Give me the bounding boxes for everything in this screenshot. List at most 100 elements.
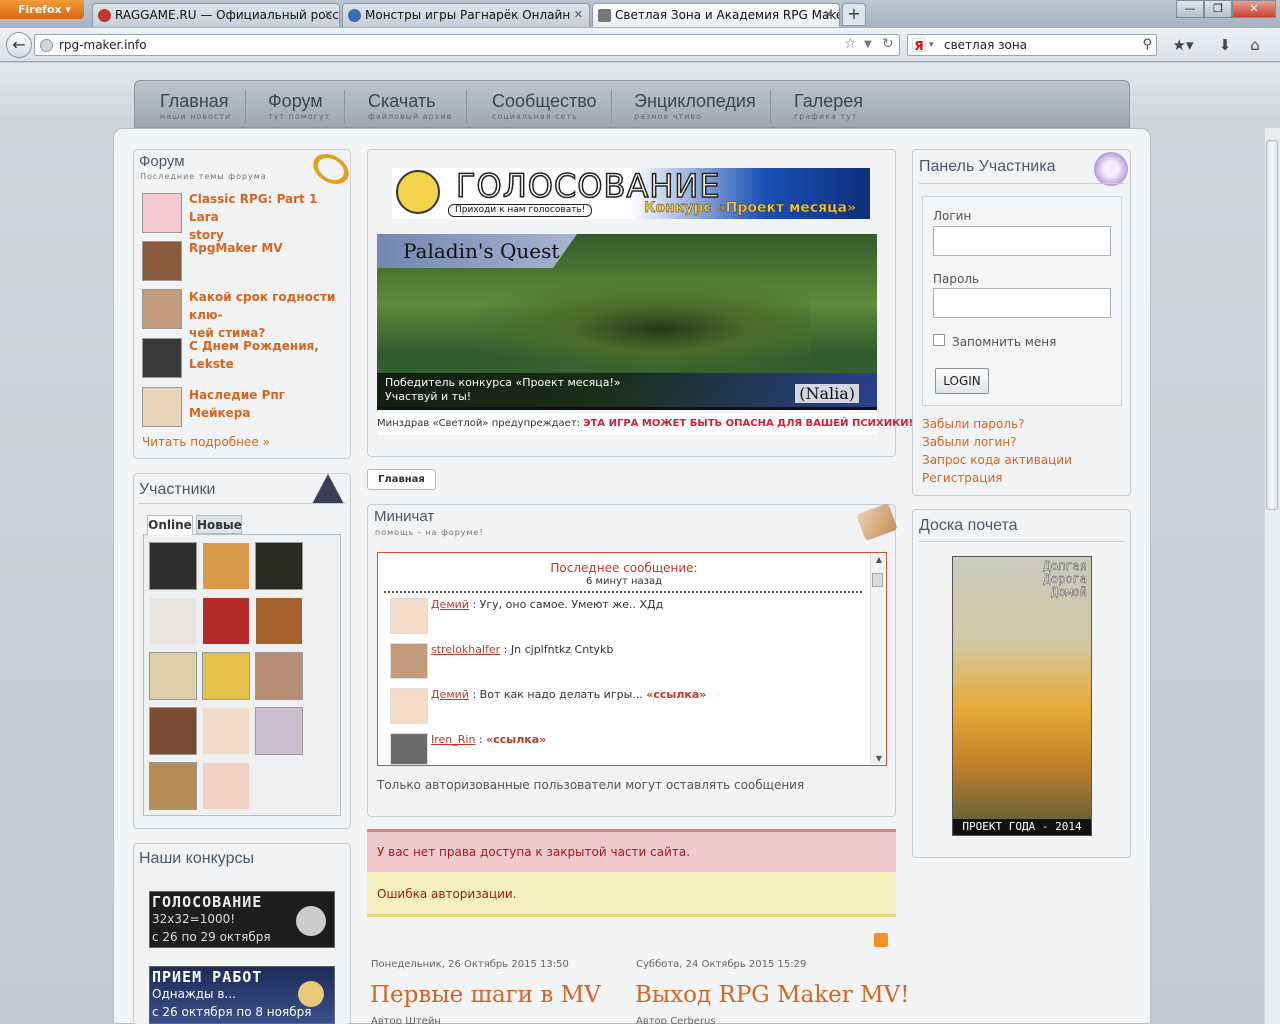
nav-item-encyclopedia[interactable]: Энциклопедия разное чтиво xyxy=(618,90,771,124)
downloads-icon[interactable]: ⬇ xyxy=(1212,36,1238,54)
member-avatar[interactable] xyxy=(202,707,250,755)
news-author: Автор Штейн xyxy=(371,1016,441,1024)
game-screenshot-art xyxy=(451,276,811,372)
contest-banner-heading: ПРИЕМ РАБОТ xyxy=(152,968,263,986)
member-avatar[interactable] xyxy=(202,597,250,645)
tab-online[interactable]: Online xyxy=(147,515,193,535)
browser-tab-rpgmaker[interactable]: Светлая Зона и Академия RPG Maker ... ✕ xyxy=(592,3,840,27)
remember-label: Запомнить меня xyxy=(952,335,1057,349)
member-avatar[interactable] xyxy=(255,707,303,755)
chat-link[interactable]: «ссылка» xyxy=(486,733,546,746)
close-tab-icon[interactable]: ✕ xyxy=(574,4,583,26)
forgot-password-link[interactable]: Забыли пароль? xyxy=(922,417,1024,431)
poster-title: Долгая Дорога Домой xyxy=(1043,559,1087,599)
contest-banner-submissions[interactable]: ПРИЕМ РАБОТ Однажды в... с 26 октября по… xyxy=(149,966,335,1024)
reload-icon[interactable]: ↻ xyxy=(882,36,894,52)
project-of-year-poster[interactable]: Долгая Дорога Домой ПРОЕКТ ГОДА - 2014 xyxy=(952,556,1092,836)
forgot-login-link[interactable]: Забыли логин? xyxy=(922,435,1017,449)
member-avatar[interactable] xyxy=(202,542,250,590)
search-engine-dropdown-icon[interactable]: ▾ xyxy=(929,35,934,55)
firefox-menu-button[interactable]: Firefox ▾ xyxy=(0,0,84,19)
url-text: rpg-maker.info xyxy=(59,38,147,52)
member-avatar[interactable] xyxy=(202,762,250,810)
nav-subtitle: наши новости xyxy=(160,112,232,121)
member-avatar[interactable] xyxy=(202,652,250,700)
page-scrollbar-thumb[interactable] xyxy=(1266,140,1278,510)
address-bar[interactable]: rpg-maker.info xyxy=(34,34,900,56)
breadcrumb-home[interactable]: Главная xyxy=(367,469,436,490)
close-window-button[interactable]: ✕ xyxy=(1232,0,1276,18)
chat-scrollbar-thumb[interactable] xyxy=(872,573,883,587)
member-avatar[interactable] xyxy=(149,707,197,755)
nav-item-home[interactable]: Главная наши новости xyxy=(160,90,247,124)
login-label: Логин xyxy=(933,209,972,223)
forum-read-more-link[interactable]: Читать подробнее » xyxy=(142,435,270,449)
game-banner[interactable]: Paladin's Quest Победитель конкурса «Про… xyxy=(377,234,877,410)
forum-topic-2[interactable]: RpgMaker MV xyxy=(189,239,349,257)
tab-new[interactable]: Новые xyxy=(196,515,242,534)
chat-user-link[interactable]: Демий xyxy=(431,598,469,611)
nav-item-community[interactable]: Сообщество социальная сеть xyxy=(476,90,612,124)
nav-title: Скачать xyxy=(368,91,436,111)
yandex-icon: Я xyxy=(912,38,926,53)
browser-tab-raggame[interactable]: RAGGAME.RU — Официальный росс... ✕ xyxy=(92,3,340,27)
nav-item-forum[interactable]: Форум тут помогут xyxy=(252,90,346,124)
vote-banner[interactable]: ГОЛОСОВАНИЕ Приходи к нам голосовать! Ко… xyxy=(392,167,870,219)
login-button[interactable]: LOGIN xyxy=(935,368,989,394)
maximize-button[interactable]: ❐ xyxy=(1204,0,1232,18)
news-title-link[interactable]: Выход RPG Maker MV! xyxy=(635,982,910,1008)
contest-banner-vote[interactable]: ГОЛОСОВАНИЕ 32x32=1000! с 26 по 29 октяб… xyxy=(149,891,335,948)
new-tab-button[interactable]: + xyxy=(842,3,866,26)
warning-alert: Ошибка авторизации. xyxy=(367,872,896,917)
forum-topic-5[interactable]: Наследие Рпг Мейкера xyxy=(189,386,349,422)
minimize-button[interactable]: — xyxy=(1176,0,1204,18)
member-avatar[interactable] xyxy=(255,597,303,645)
vote-banner-title: ГОЛОСОВАНИЕ xyxy=(455,167,721,205)
search-icon[interactable]: ⚲ xyxy=(1142,35,1152,55)
chat-scroll-up-icon[interactable]: ▲ xyxy=(876,555,882,564)
member-avatar[interactable] xyxy=(149,597,197,645)
chat-scroll-down-icon[interactable]: ▼ xyxy=(876,754,882,763)
register-link[interactable]: Регистрация xyxy=(922,471,1002,485)
chat-user-link[interactable]: Демий xyxy=(431,688,469,701)
member-avatar[interactable] xyxy=(255,652,303,700)
vote-banner-contest: Конкурс «Проект месяца» xyxy=(644,200,857,216)
login-input[interactable] xyxy=(933,226,1111,256)
member-avatar[interactable] xyxy=(149,542,197,590)
member-avatar[interactable] xyxy=(149,762,197,810)
rss-icon[interactable] xyxy=(874,933,888,947)
chat-link[interactable]: «ссылка» xyxy=(646,688,706,701)
search-input[interactable]: Я ▾ светлая зона ⚲ xyxy=(907,34,1157,56)
member-avatar[interactable] xyxy=(255,542,303,590)
nav-title: Энциклопедия xyxy=(634,91,756,111)
login-title: Панель Участника xyxy=(919,158,1056,175)
remember-checkbox[interactable] xyxy=(933,334,945,346)
member-avatar[interactable] xyxy=(149,652,197,700)
nav-item-download[interactable]: Скачать файловый архив xyxy=(352,90,468,124)
forum-topic-4[interactable]: С Днем Рождения, Lekste xyxy=(189,337,349,373)
chat-user-link[interactable]: strelokhalfer xyxy=(431,643,500,656)
close-tab-icon[interactable]: ✕ xyxy=(324,4,333,26)
home-icon[interactable]: ⌂ xyxy=(1242,36,1268,54)
divider xyxy=(139,503,345,504)
forum-topic-3[interactable]: Какой срок годности клю-чей стима? xyxy=(189,288,349,342)
password-input[interactable] xyxy=(933,288,1111,318)
nav-title: Галерея xyxy=(794,91,864,111)
chat-user-link[interactable]: Iren_Rin xyxy=(431,733,475,746)
bookmark-star-icon[interactable]: ☆ xyxy=(844,36,857,52)
bookmarks-icon[interactable]: ★▾ xyxy=(1170,36,1196,54)
news-title-link[interactable]: Первые шаги в MV xyxy=(370,982,601,1008)
forum-topic-1[interactable]: Classic RPG: Part 1 Lara story xyxy=(189,190,349,244)
activation-code-link[interactable]: Запрос кода активации xyxy=(922,453,1072,467)
error-alert: У вас нет права доступа к закрытой части… xyxy=(367,829,896,872)
divider xyxy=(919,183,1124,184)
close-tab-icon[interactable]: ✕ xyxy=(824,4,833,26)
dropdown-arrow-icon[interactable]: ▼ xyxy=(864,39,872,50)
browser-tab-monsters[interactable]: Монстры игры Рагнарёк Онлайн ✕ xyxy=(342,3,590,27)
nav-item-gallery[interactable]: Галерея графика тут xyxy=(778,90,877,124)
new-tab-icon: + xyxy=(847,4,861,23)
game-banner-winner: Победитель конкурса «Проект месяца!» xyxy=(385,376,621,389)
back-button[interactable]: ← xyxy=(6,32,32,58)
password-label: Пароль xyxy=(933,272,980,286)
news-date: Понедельник, 26 Октябрь 2015 13:50 xyxy=(371,959,569,970)
